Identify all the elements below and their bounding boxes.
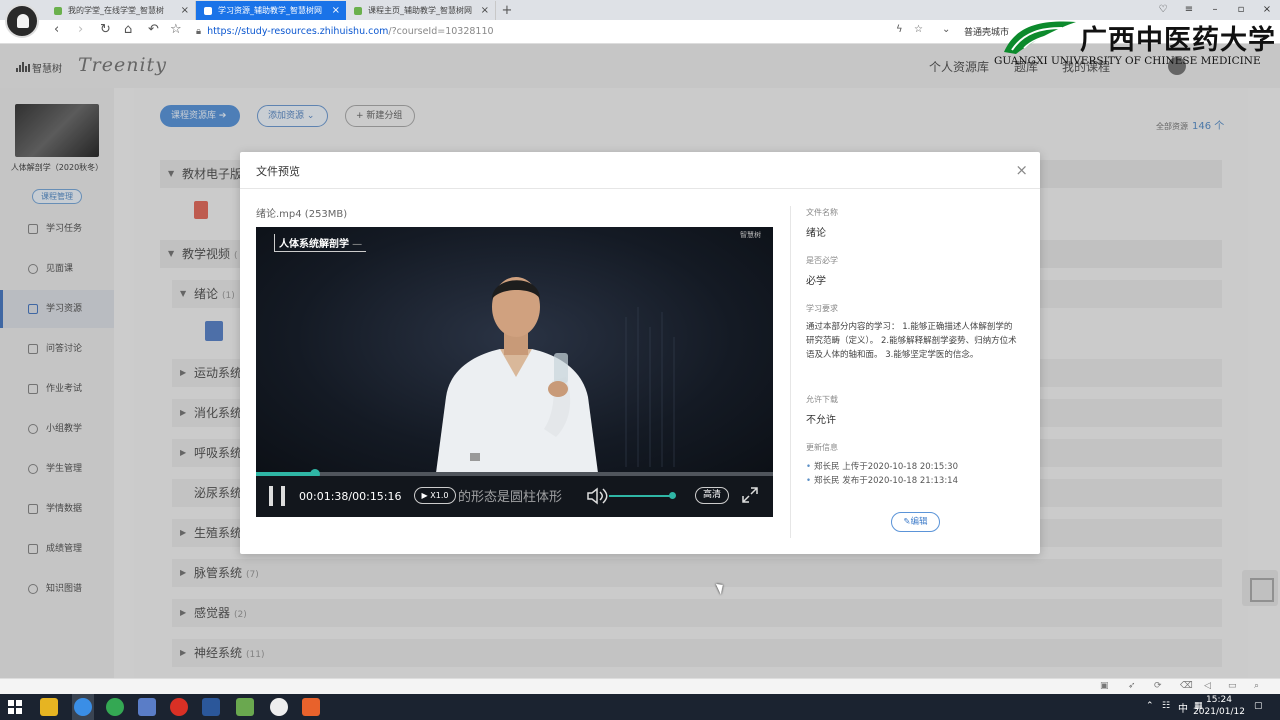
file-title: 绪论.mp4 (253MB) — [256, 209, 348, 220]
flash-icon[interactable]: ϟ — [896, 24, 903, 35]
update-log-upload: • 郑长民 上传于2020-10-18 20:15:30 — [806, 460, 958, 472]
divider — [240, 188, 1040, 189]
tab-favicon-icon — [354, 7, 362, 15]
home-icon[interactable]: ⌂ — [124, 22, 132, 37]
log-text: 郑长民 发布于2020-10-18 21:13:14 — [814, 476, 958, 486]
meta-required-label: 是否必学 — [806, 256, 838, 265]
rocket-icon[interactable]: ➶ — [1128, 681, 1136, 691]
url-host: https://study-resources.zhihuishu.com — [207, 26, 389, 37]
tab-close-icon[interactable]: × — [481, 1, 489, 20]
file-explorer-icon[interactable] — [40, 698, 58, 716]
speed-button[interactable]: ▶ X1.0 — [414, 487, 456, 504]
fullscreen-icon[interactable] — [741, 486, 759, 504]
university-logo-icon — [1004, 21, 1076, 55]
browser-tab-1[interactable]: 我的学堂_在线学堂_智慧树 × — [46, 1, 196, 20]
video-subtitle: 的形态是圆柱体形 — [458, 490, 563, 505]
new-tab-button[interactable]: + — [496, 1, 518, 20]
media-icon[interactable] — [270, 698, 288, 716]
back-icon[interactable]: ‹ — [54, 22, 59, 37]
browser-logo-icon — [5, 4, 39, 38]
tab-favicon-icon — [204, 7, 212, 15]
speaker-icon[interactable]: ◁ — [1204, 681, 1211, 691]
file-preview-modal: 文件预览 × 绪论.mp4 (253MB) 人体系统解剖学 智慧树 — [240, 152, 1040, 554]
video-player[interactable]: 人体系统解剖学 智慧树 00:01:38/00:15:16 ▶ X1.0 的形态… — [256, 227, 773, 517]
play-small-icon: ▶ — [421, 491, 428, 500]
window-icon[interactable]: ▭ — [1228, 681, 1237, 691]
photos-icon[interactable] — [236, 698, 254, 716]
trash-icon[interactable]: ⌫ — [1180, 681, 1193, 691]
windows-start-icon[interactable] — [8, 700, 22, 714]
time-display: 00:01:38/00:15:16 — [299, 490, 402, 503]
favorite-star-icon[interactable]: ☆ — [914, 24, 923, 35]
tab-label: 我的学堂_在线学堂_智慧树 — [68, 6, 164, 15]
meta-download-value: 不允许 — [806, 415, 836, 426]
log-text: 郑长民 上传于2020-10-18 20:15:30 — [814, 462, 958, 472]
meta-download-label: 允许下载 — [806, 395, 838, 404]
meta-name-value: 绪论 — [806, 228, 826, 239]
bookmark-star-icon[interactable]: ☆ — [170, 22, 182, 37]
volume-slider[interactable] — [609, 495, 672, 497]
browser-statusbar: ▣ ➶ ⟳ ⌫ ◁ ▭ ⌕ — [0, 678, 1280, 694]
refresh-icon[interactable]: ⟳ — [1154, 681, 1162, 691]
zoom-icon[interactable]: ⌕ — [1254, 681, 1259, 691]
reload-icon[interactable]: ↻ — [100, 22, 111, 37]
meta-requirement-label: 学习要求 — [806, 304, 838, 313]
player-controls: 00:01:38/00:15:16 ▶ X1.0 的形态是圆柱体形 高清 — [256, 476, 773, 517]
edit-button[interactable]: ✎编辑 — [891, 512, 940, 532]
university-name-cn: 广西中医药大学 — [1080, 25, 1276, 56]
taskbar-date[interactable]: 2021/01/12 — [1193, 707, 1245, 717]
university-name-en: GUANGXI UNIVERSITY OF CHINESE MEDICINE — [994, 55, 1261, 67]
modal-title: 文件预览 — [256, 165, 300, 178]
image-icon[interactable]: ▣ — [1100, 681, 1109, 691]
taskbar-time[interactable]: 15:24 — [1204, 695, 1234, 705]
network-icon[interactable]: ☷ — [1162, 701, 1170, 711]
quality-button[interactable]: 高清 — [695, 487, 729, 504]
lock-icon: 🔒︎ — [196, 26, 202, 37]
meta-requirement-value: 通过本部分内容的学习： 1.能够正确描述人体解剖学的研究范畴（定义）。 2.能够… — [806, 322, 1017, 360]
app-icon[interactable] — [138, 698, 156, 716]
edit-icon: ✎ — [903, 517, 911, 527]
button-label: 编辑 — [910, 517, 928, 527]
lecturer-figure — [436, 277, 598, 473]
windows-taskbar: ⌃ ☷ 中 ▦ 15:24 2021/01/12 ▢ — [0, 694, 1280, 720]
update-log-publish: • 郑长民 发布于2020-10-18 21:13:14 — [806, 474, 958, 486]
video-overlay-title: 人体系统解剖学 — [274, 234, 367, 252]
dropdown-icon[interactable]: ⌄ — [942, 24, 950, 35]
forward-icon[interactable]: › — [78, 22, 83, 37]
tray-up-icon[interactable]: ⌃ — [1146, 701, 1154, 711]
browser-app-icon[interactable] — [74, 698, 92, 716]
chrome-icon[interactable] — [106, 698, 124, 716]
close-icon[interactable]: × — [1015, 161, 1028, 179]
address-bar[interactable]: 🔒︎ https://study-resources.zhihuishu.com/… — [196, 23, 896, 41]
word-icon[interactable] — [202, 698, 220, 716]
notification-icon[interactable]: ▢ — [1254, 701, 1263, 711]
browser-tab-3[interactable]: 课程主页_辅助教学_智慧树网 × — [346, 1, 496, 20]
meta-name-label: 文件名称 — [806, 208, 838, 217]
recorder-icon[interactable] — [302, 698, 320, 716]
video-overlay-brand: 智慧树 — [740, 231, 761, 239]
tab-label: 课程主页_辅助教学_智慧树网 — [368, 6, 472, 15]
tab-label: 学习资源_辅助教学_智慧树网 — [218, 6, 322, 15]
speed-label: X1.0 — [430, 491, 449, 500]
pause-icon[interactable] — [269, 486, 289, 506]
undo-icon[interactable]: ↶ — [148, 22, 159, 37]
meta-required-value: 必学 — [806, 276, 826, 287]
divider — [790, 206, 791, 538]
university-watermark: 广西中医药大学 GUANGXI UNIVERSITY OF CHINESE ME… — [994, 14, 1280, 72]
tab-close-icon[interactable]: × — [332, 1, 340, 20]
volume-handle[interactable] — [669, 492, 676, 499]
bullet-icon: • — [806, 462, 812, 472]
bullet-icon: • — [806, 476, 812, 486]
tab-favicon-icon — [54, 7, 62, 15]
url-query: /?courseId=10328110 — [388, 26, 494, 37]
browser-tab-2[interactable]: 学习资源_辅助教学_智慧树网 × — [196, 1, 346, 20]
volume-icon[interactable] — [586, 486, 608, 506]
netease-music-icon[interactable] — [170, 698, 188, 716]
ime-indicator[interactable]: 中 — [1178, 700, 1188, 715]
meta-update-label: 更新信息 — [806, 443, 838, 452]
tab-close-icon[interactable]: × — [181, 1, 189, 20]
